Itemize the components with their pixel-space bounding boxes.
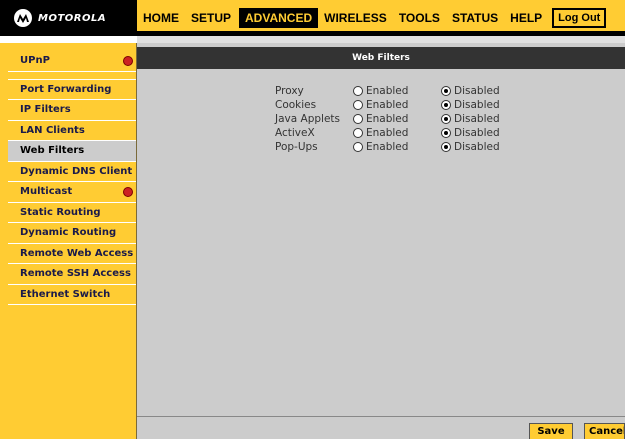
panel-title-bar: Web Filters <box>137 47 625 69</box>
sidebar-item-label: Web Filters <box>20 145 85 156</box>
sidebar-item-label: Dynamic DNS Client <box>20 165 133 177</box>
radio-label: Enabled <box>366 85 409 97</box>
cookies-enabled-radio[interactable]: Enabled <box>353 99 441 111</box>
sidebar-item-label: UPnP <box>20 55 50 66</box>
sidebar-item-dynamic-routing[interactable]: Dynamic Routing <box>8 223 136 244</box>
sidebar-item-static-routing[interactable]: Static Routing <box>8 203 136 223</box>
filter-row-java-applets: Java Applets Enabled Disabled <box>275 112 529 126</box>
radio-icon[interactable] <box>441 86 451 96</box>
proxy-enabled-radio[interactable]: Enabled <box>353 85 441 97</box>
filter-label: Proxy <box>275 85 304 97</box>
nav-status[interactable]: STATUS <box>446 8 504 28</box>
logout-button[interactable]: Log Out <box>552 8 607 28</box>
sidebar-item-ethernet-switch[interactable]: Ethernet Switch <box>8 285 136 305</box>
nav-setup[interactable]: SETUP <box>185 8 237 28</box>
alert-dot-icon <box>123 187 133 197</box>
sidebar: UPnP Port Forwarding IP Filters LAN Clie… <box>8 43 137 439</box>
brand-name: MOTOROLA <box>38 12 107 24</box>
web-filters-form: Proxy Enabled Disabled Cookies Enabled D… <box>275 84 529 154</box>
radio-label: Enabled <box>366 113 409 125</box>
alert-dot-icon <box>123 56 133 66</box>
radio-label: Enabled <box>366 127 409 139</box>
radio-label: Disabled <box>454 113 500 125</box>
sidebar-item-upnp[interactable]: UPnP <box>8 51 136 72</box>
radio-icon[interactable] <box>353 86 363 96</box>
radio-icon[interactable] <box>353 100 363 110</box>
sidebar-item-multicast[interactable]: Multicast <box>8 182 136 203</box>
filter-row-cookies: Cookies Enabled Disabled <box>275 98 529 112</box>
sidebar-item-label: Dynamic Routing <box>20 227 117 238</box>
footer-divider <box>137 416 625 417</box>
nav-tools[interactable]: TOOLS <box>393 8 446 28</box>
filter-row-proxy: Proxy Enabled Disabled <box>275 84 529 98</box>
sidebar-item-label: Multicast <box>20 186 73 197</box>
radio-icon[interactable] <box>441 100 451 110</box>
sidebar-item-label: Ethernet Switch <box>20 288 111 300</box>
filter-label: ActiveX <box>275 127 315 139</box>
nav-help[interactable]: HELP <box>504 8 548 28</box>
save-button[interactable]: Save <box>529 423 573 439</box>
sidebar-item-label: Static Routing <box>20 206 101 218</box>
sidebar-edge <box>0 43 8 439</box>
java-applets-disabled-radio[interactable]: Disabled <box>441 113 529 125</box>
radio-icon[interactable] <box>353 114 363 124</box>
motorola-batwing-icon <box>14 9 32 27</box>
sidebar-item-label: LAN Clients <box>20 124 85 136</box>
filter-row-activex: ActiveX Enabled Disabled <box>275 126 529 140</box>
page-title: Web Filters <box>352 53 410 63</box>
sidebar-item-label: Port Forwarding <box>20 83 112 95</box>
radio-label: Disabled <box>454 99 500 111</box>
main-panel: Web Filters Proxy Enabled Disabled Cooki… <box>137 43 625 439</box>
filter-label: Java Applets <box>275 113 340 125</box>
pop-ups-disabled-radio[interactable]: Disabled <box>441 141 529 153</box>
sidebar-item-label: Remote SSH Access <box>20 268 131 279</box>
sidebar-item-label: Remote Web Access <box>20 247 134 259</box>
nav-wireless[interactable]: WIRELESS <box>318 8 393 28</box>
main-nav: HOME SETUP ADVANCED WIRELESS TOOLS STATU… <box>137 0 607 36</box>
radio-label: Disabled <box>454 127 500 139</box>
sidebar-item-ip-filters[interactable]: IP Filters <box>8 100 136 121</box>
radio-label: Enabled <box>366 99 409 111</box>
proxy-disabled-radio[interactable]: Disabled <box>441 85 529 97</box>
filter-label: Pop-Ups <box>275 141 318 153</box>
java-applets-enabled-radio[interactable]: Enabled <box>353 113 441 125</box>
radio-icon[interactable] <box>353 128 363 138</box>
sidebar-divider <box>8 72 136 80</box>
sidebar-item-label: IP Filters <box>20 104 71 115</box>
sidebar-item-dynamic-dns-client[interactable]: Dynamic DNS Client <box>8 162 136 182</box>
radio-label: Enabled <box>366 141 409 153</box>
nav-home[interactable]: HOME <box>137 8 185 28</box>
sidebar-item-web-filters[interactable]: Web Filters <box>8 141 136 162</box>
header-spacer-gray <box>137 36 625 43</box>
cookies-disabled-radio[interactable]: Disabled <box>441 99 529 111</box>
radio-icon[interactable] <box>441 128 451 138</box>
radio-icon[interactable] <box>353 142 363 152</box>
sidebar-item-remote-web-access[interactable]: Remote Web Access <box>8 244 136 264</box>
pop-ups-enabled-radio[interactable]: Enabled <box>353 141 441 153</box>
activex-disabled-radio[interactable]: Disabled <box>441 127 529 139</box>
sidebar-item-lan-clients[interactable]: LAN Clients <box>8 121 136 141</box>
radio-icon[interactable] <box>441 142 451 152</box>
sidebar-item-port-forwarding[interactable]: Port Forwarding <box>8 80 136 100</box>
radio-label: Disabled <box>454 85 500 97</box>
radio-icon[interactable] <box>441 114 451 124</box>
activex-enabled-radio[interactable]: Enabled <box>353 127 441 139</box>
cancel-button[interactable]: Cancel <box>584 423 625 439</box>
filter-row-pop-ups: Pop-Ups Enabled Disabled <box>275 140 529 154</box>
filter-label: Cookies <box>275 99 317 111</box>
sidebar-item-remote-ssh-access[interactable]: Remote SSH Access <box>8 264 136 285</box>
nav-advanced[interactable]: ADVANCED <box>239 8 319 28</box>
radio-label: Disabled <box>454 141 500 153</box>
